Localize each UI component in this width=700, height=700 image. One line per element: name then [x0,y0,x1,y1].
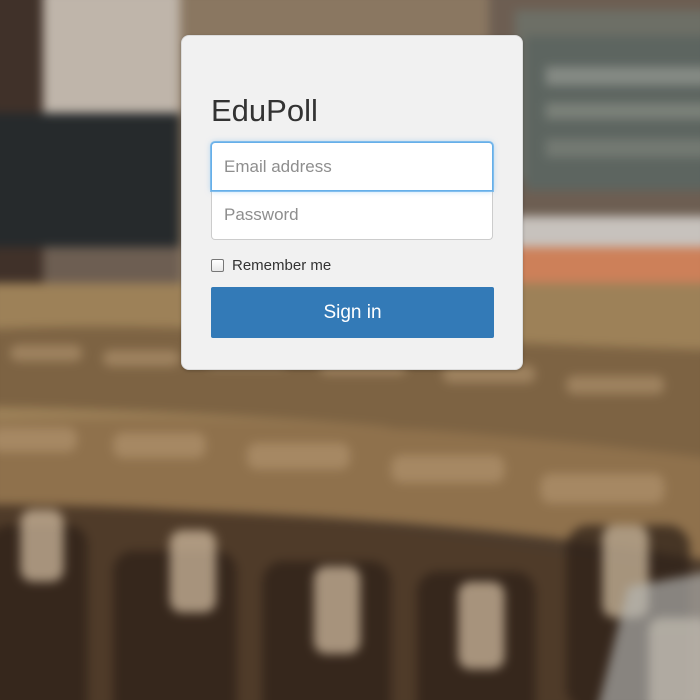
email-input[interactable] [211,142,493,191]
app-title: EduPoll [211,93,318,128]
remember-me-option[interactable]: Remember me [211,256,331,274]
login-card: EduPoll Remember me Sign in [181,35,523,370]
sign-in-button[interactable]: Sign in [211,287,494,338]
checkbox-icon[interactable] [211,258,224,272]
password-input[interactable] [211,191,493,240]
remember-me-label: Remember me [232,256,332,274]
